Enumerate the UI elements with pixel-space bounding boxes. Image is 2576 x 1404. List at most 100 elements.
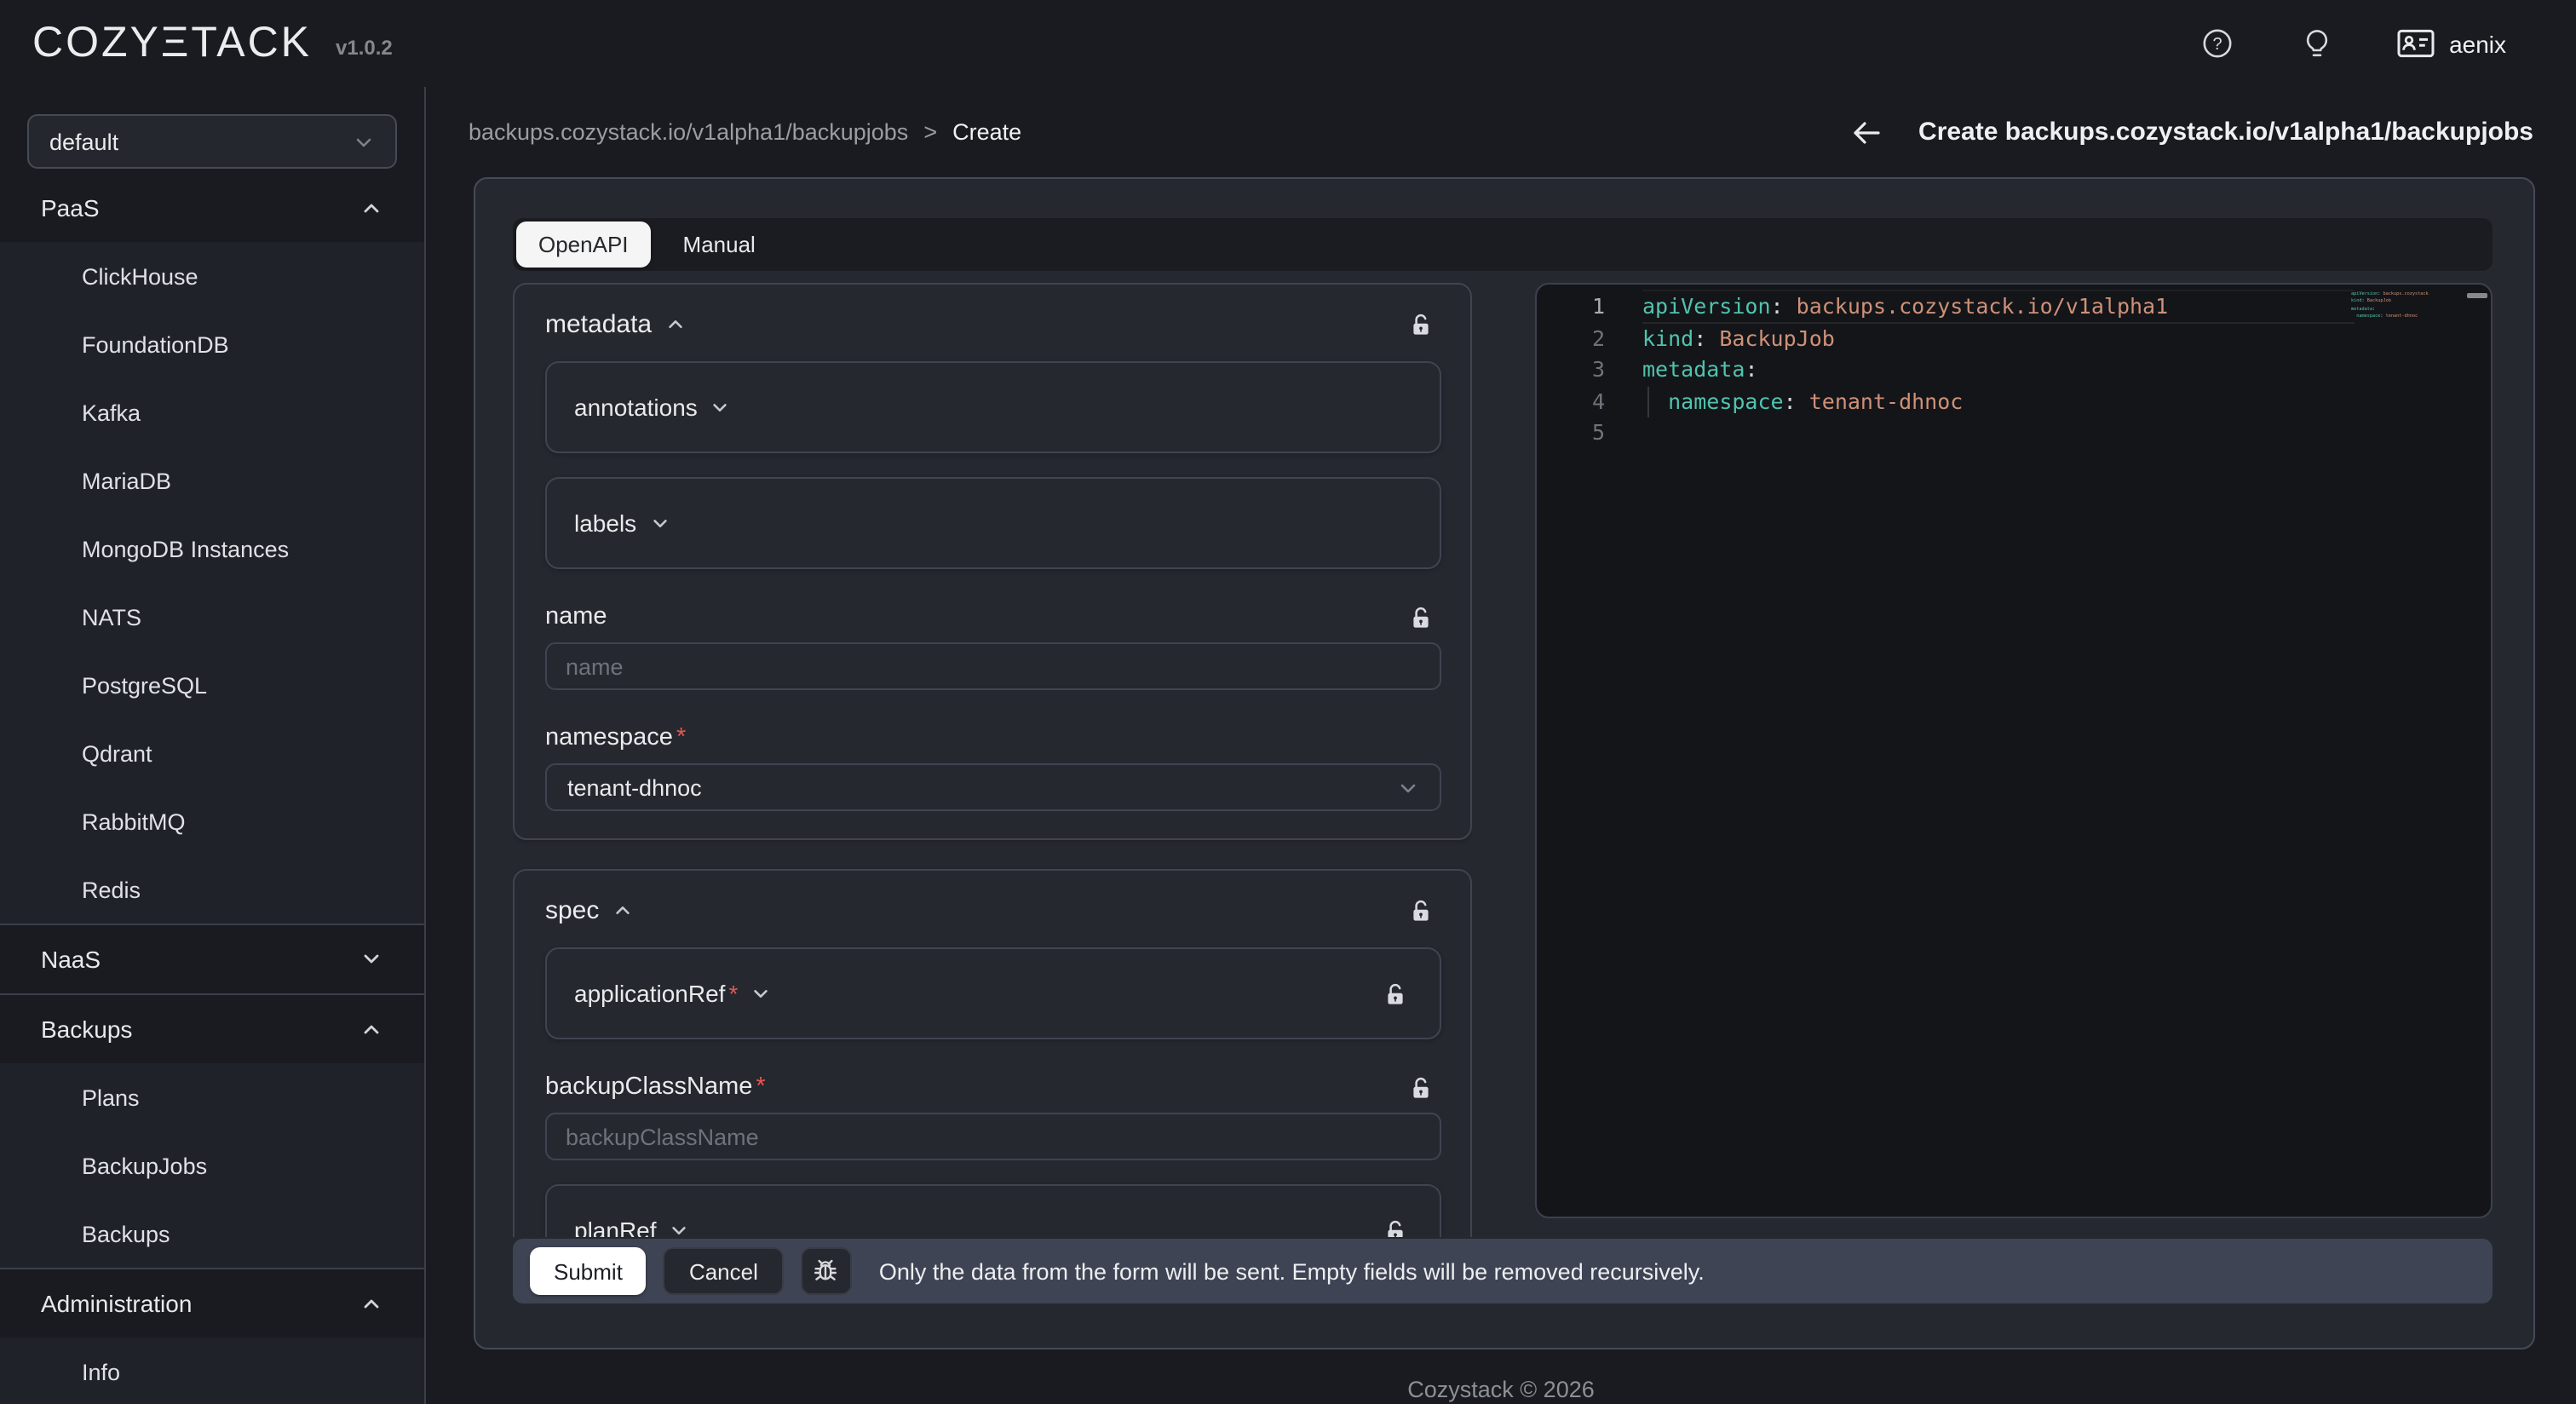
- editor-code: 1 apiVersion: backups.cozystack.io/v1alph…: [1537, 285, 2491, 449]
- chevron-down-icon: [751, 984, 770, 1003]
- tab-manual[interactable]: Manual: [661, 222, 778, 268]
- tenant-select[interactable]: default: [27, 114, 397, 169]
- line-number: 1: [1537, 291, 1605, 323]
- labels-group[interactable]: labels: [545, 477, 1441, 569]
- breadcrumb: backups.cozystack.io/v1alpha1/backupjobs…: [469, 119, 1021, 145]
- sidebar-item-info[interactable]: Info: [0, 1338, 424, 1404]
- tenant-select-value: default: [49, 129, 118, 154]
- unlock-icon: [1385, 981, 1406, 1006]
- breadcrumb-resource-link[interactable]: backups.cozystack.io/v1alpha1/backupjobs: [469, 119, 908, 145]
- namespace-select[interactable]: tenant-dhnoc: [545, 763, 1441, 811]
- backupclassname-lock-toggle[interactable]: [1411, 1074, 1431, 1100]
- editor-line[interactable]: 3metadata:: [1537, 354, 2491, 386]
- sidebar-section-naas[interactable]: NaaS: [0, 925, 424, 993]
- line-number: 5: [1537, 417, 1605, 449]
- sidebar-item-rabbitmq[interactable]: RabbitMQ: [0, 787, 424, 855]
- chevron-up-icon: [361, 198, 382, 218]
- username: aenix: [2449, 30, 2506, 57]
- page-title: Create backups.cozystack.io/v1alpha1/bac…: [1918, 118, 2533, 147]
- app-logo: COZYΞTACK: [32, 19, 312, 68]
- namespace-select-value: tenant-dhnoc: [567, 774, 702, 800]
- arrow-left-icon: [1852, 118, 1881, 146]
- app-version: v1.0.2: [336, 35, 393, 59]
- chevron-down-icon: [650, 514, 669, 532]
- name-lock-toggle[interactable]: [1411, 604, 1431, 630]
- sidebar-section-administration[interactable]: Administration: [0, 1269, 424, 1338]
- spec-section: spec applicationRef*: [513, 869, 1472, 1237]
- svg-text:?: ?: [2213, 35, 2222, 54]
- sidebar-section-backups[interactable]: Backups: [0, 995, 424, 1063]
- spec-section-head: spec: [545, 889, 1441, 930]
- theme-toggle-button[interactable]: [2294, 21, 2338, 66]
- planref-group[interactable]: planRef: [545, 1184, 1441, 1237]
- editor-line[interactable]: 1 apiVersion: backups.cozystack.io/v1alph…: [1537, 291, 2491, 323]
- unlock-icon: [1411, 1074, 1431, 1100]
- form-column: metadata annotations: [513, 283, 1472, 1237]
- sidebar-section: NaaS: [0, 924, 424, 993]
- sidebar-section: Administration Info: [0, 1268, 424, 1404]
- line-number: 4: [1537, 386, 1605, 417]
- help-circle-icon: ?: [2201, 27, 2234, 60]
- editor-line[interactable]: 2kind: BackupJob: [1537, 323, 2491, 354]
- spec-lock-toggle[interactable]: [1411, 897, 1431, 923]
- create-form-panel: OpenAPI Manual metadata: [474, 177, 2535, 1349]
- editor-scrollbar-thumb[interactable]: [2467, 293, 2487, 297]
- unlock-icon: [1411, 604, 1431, 630]
- spec-collapse-toggle[interactable]: spec: [545, 895, 631, 924]
- unlock-icon: [1385, 1217, 1406, 1237]
- chevron-down-icon: [361, 949, 382, 970]
- chevron-up-icon: [612, 901, 631, 919]
- editor-minimap[interactable]: apiVersion: backups.cozystack.io/v1alpha…: [2351, 291, 2429, 321]
- line-number: 3: [1537, 354, 1605, 386]
- sidebar-item-nats[interactable]: NATS: [0, 583, 424, 651]
- sidebar-item-mongodb-instances[interactable]: MongoDB Instances: [0, 515, 424, 583]
- sidebar-item-postgresql[interactable]: PostgreSQL: [0, 651, 424, 719]
- topbar: backups.cozystack.io/v1alpha1/backupjobs…: [426, 87, 2576, 177]
- sidebar-section-paas[interactable]: PaaS: [0, 174, 424, 242]
- action-bar: Submit Cancel Only the data from the for…: [513, 1239, 2493, 1303]
- sidebar-item-backupjobs[interactable]: BackupJobs: [0, 1131, 424, 1200]
- applicationref-group[interactable]: applicationRef*: [545, 947, 1441, 1039]
- editor-line[interactable]: 5: [1537, 417, 2491, 449]
- unlock-icon: [1411, 897, 1431, 923]
- backupclassname-input[interactable]: [545, 1113, 1441, 1160]
- metadata-section-head: metadata: [545, 303, 1441, 344]
- planref-lock-toggle[interactable]: [1385, 1217, 1406, 1237]
- cancel-button[interactable]: Cancel: [664, 1247, 784, 1295]
- metadata-collapse-toggle[interactable]: metadata: [545, 309, 684, 338]
- id-card-icon: [2396, 29, 2434, 58]
- sidebar-item-clickhouse[interactable]: ClickHouse: [0, 242, 424, 310]
- editor-line[interactable]: 4 namespace: tenant-dhnoc: [1537, 386, 2491, 417]
- submit-button[interactable]: Submit: [530, 1247, 647, 1295]
- user-menu[interactable]: aenix: [2396, 29, 2506, 58]
- yaml-editor[interactable]: 1 apiVersion: backups.cozystack.io/v1alph…: [1535, 283, 2493, 1218]
- form-columns: metadata annotations: [513, 283, 2493, 1237]
- sidebar-item-backups[interactable]: Backups: [0, 1200, 424, 1268]
- chevron-up-icon: [361, 1293, 382, 1314]
- required-mark: *: [676, 724, 686, 751]
- sidebar-item-foundationdb[interactable]: FoundationDB: [0, 310, 424, 378]
- sidebar-menu: PaaS ClickHouseFoundationDBKafkaMariaDBM…: [0, 174, 424, 1404]
- metadata-lock-toggle[interactable]: [1411, 311, 1431, 337]
- line-number: 2: [1537, 323, 1605, 354]
- chevron-down-icon: [353, 130, 375, 152]
- sidebar-item-qdrant[interactable]: Qdrant: [0, 719, 424, 787]
- debug-button[interactable]: [801, 1247, 852, 1295]
- sidebar-item-mariadb[interactable]: MariaDB: [0, 446, 424, 515]
- back-button[interactable]: [1852, 118, 1881, 146]
- footer: Cozystack © 2026: [426, 1377, 2576, 1402]
- sidebar-section: Backups PlansBackupJobsBackups: [0, 993, 424, 1268]
- sidebar-item-kafka[interactable]: Kafka: [0, 378, 424, 446]
- chevron-down-icon: [711, 398, 730, 417]
- tab-openapi[interactable]: OpenAPI: [516, 222, 651, 268]
- backupclassname-field-head: backupClassName*: [545, 1070, 1441, 1104]
- applicationref-lock-toggle[interactable]: [1385, 981, 1406, 1006]
- chevron-up-icon: [665, 314, 684, 333]
- light-bulb-icon: [2301, 27, 2332, 60]
- sidebar-item-plans[interactable]: Plans: [0, 1063, 424, 1131]
- sidebar-item-redis[interactable]: Redis: [0, 855, 424, 924]
- help-button[interactable]: ?: [2195, 21, 2240, 66]
- annotations-group[interactable]: annotations: [545, 361, 1441, 453]
- editor-mode-tabs: OpenAPI Manual: [513, 218, 2493, 271]
- name-input[interactable]: [545, 642, 1441, 690]
